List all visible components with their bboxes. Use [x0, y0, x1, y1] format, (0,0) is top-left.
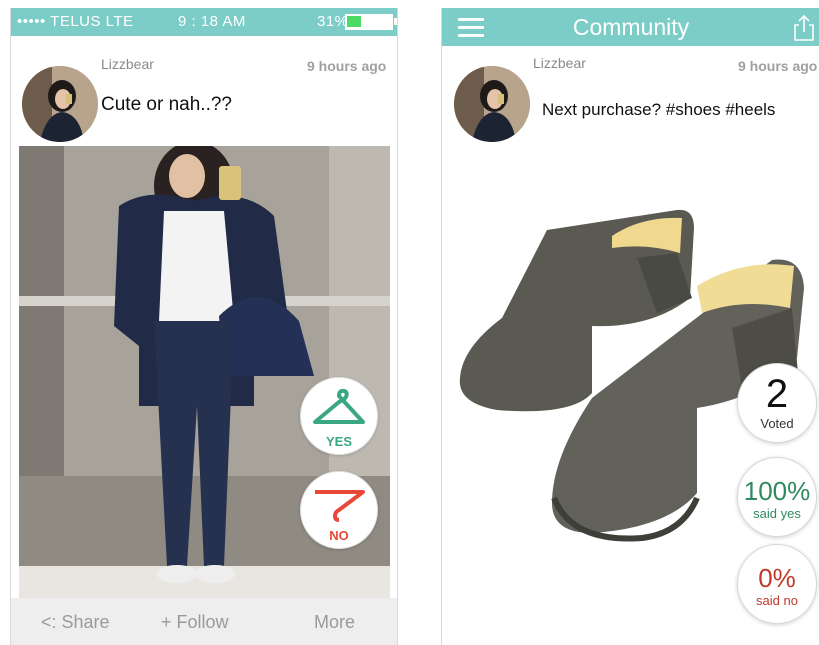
- yes-percent: 100%: [743, 476, 811, 506]
- bottom-action-bar: <: Share + Follow More: [11, 598, 397, 645]
- username[interactable]: Lizzbear: [533, 55, 586, 71]
- battery-icon: [345, 14, 393, 30]
- battery-level-fill: [347, 16, 361, 27]
- left-phone-screen: ••••• TELUS LTE 9 : 18 AM 31% Lizzbear 9…: [10, 8, 398, 645]
- follow-button[interactable]: + Follow: [161, 612, 229, 633]
- post-caption: Next purchase? #shoes #heels: [542, 100, 776, 119]
- hanger-icon: [313, 388, 365, 424]
- yes-label: YES: [325, 434, 352, 449]
- avatar-photo: [22, 66, 98, 142]
- avatar-photo: [454, 66, 530, 142]
- more-button[interactable]: More: [314, 612, 355, 633]
- status-bar: ••••• TELUS LTE 9 : 18 AM 31%: [11, 8, 397, 36]
- avatar[interactable]: [22, 66, 98, 142]
- share-button[interactable]: <: Share: [41, 612, 110, 633]
- battery-percent: 31%: [317, 13, 349, 30]
- page-title: Community: [572, 14, 690, 40]
- said-no-label: said no: [756, 593, 798, 608]
- hanger-upside-down-icon: [315, 490, 365, 522]
- avatar[interactable]: [454, 66, 530, 142]
- voted-count-badge: 2 Voted: [737, 363, 817, 443]
- no-percent: 0%: [758, 563, 796, 593]
- voted-count: 2: [765, 372, 789, 416]
- carrier-signal: ••••• TELUS LTE: [17, 13, 134, 30]
- no-label: NO: [329, 528, 349, 543]
- clock: 9 : 18 AM: [178, 13, 246, 30]
- vote-no-button[interactable]: NO: [300, 471, 378, 549]
- timestamp: 9 hours ago: [738, 58, 818, 74]
- share-upload-icon[interactable]: [792, 14, 816, 42]
- no-percent-badge: 0% said no: [737, 544, 817, 624]
- yes-percent-badge: 100% said yes: [737, 457, 817, 537]
- voted-label: Voted: [760, 416, 794, 431]
- timestamp: 9 hours ago: [307, 58, 387, 74]
- right-phone-screen: Community Lizzbear 9 hours ago Next purc…: [441, 8, 819, 645]
- said-yes-label: said yes: [753, 506, 801, 521]
- post-caption: Cute or nah..??: [101, 94, 232, 115]
- battery-nub: [394, 18, 397, 25]
- nav-bar: Community: [442, 8, 819, 46]
- username[interactable]: Lizzbear: [101, 56, 154, 72]
- vote-yes-button[interactable]: YES: [300, 377, 378, 455]
